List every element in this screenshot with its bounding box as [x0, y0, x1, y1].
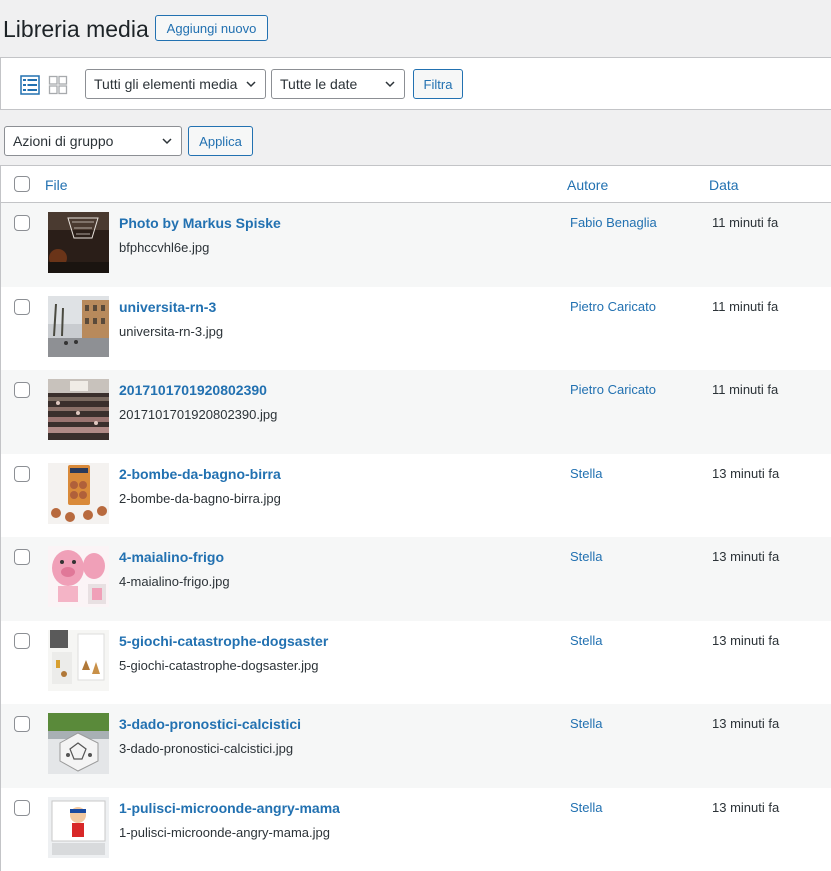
chevron-down-icon: [162, 136, 172, 146]
row-checkbox[interactable]: [14, 466, 30, 482]
upload-date: 11 minuti fa: [712, 382, 778, 397]
table-row: 3-dado-pronostici-calcistici 3-dado-pron…: [1, 704, 831, 788]
table-row: 2017101701920802390 2017101701920802390.…: [1, 370, 831, 454]
bulk-actions-value: Azioni di gruppo: [13, 133, 113, 149]
list-view-icon[interactable]: [20, 75, 40, 95]
bulk-actions-select[interactable]: Azioni di gruppo: [4, 126, 182, 156]
author-link[interactable]: Fabio Benaglia: [570, 215, 657, 230]
media-filename: 2017101701920802390.jpg: [119, 407, 277, 422]
media-title-link[interactable]: Photo by Markus Spiske: [119, 215, 281, 231]
column-date[interactable]: Data: [709, 177, 739, 193]
media-title-link[interactable]: 4-maialino-frigo: [119, 549, 224, 565]
game-box-photo[interactable]: [48, 630, 109, 691]
author-link[interactable]: Stella: [570, 549, 603, 564]
media-title-link[interactable]: 3-dado-pronostici-calcistici: [119, 716, 301, 732]
bath-bombs-photo[interactable]: [48, 463, 109, 524]
row-checkbox[interactable]: [14, 549, 30, 565]
media-title-link[interactable]: universita-rn-3: [119, 299, 216, 315]
author-link[interactable]: Stella: [570, 716, 603, 731]
media-filename: 5-giochi-catastrophe-dogsaster.jpg: [119, 658, 318, 673]
media-filename: bfphccvhl6e.jpg: [119, 240, 209, 255]
upload-date: 13 minuti fa: [712, 633, 779, 648]
media-type-filter[interactable]: Tutti gli elementi media: [85, 69, 266, 99]
upload-date: 13 minuti fa: [712, 466, 779, 481]
table-row: universita-rn-3 universita-rn-3.jpg Piet…: [1, 287, 831, 371]
apply-button[interactable]: Applica: [188, 126, 253, 156]
add-new-button[interactable]: Aggiungi nuovo: [155, 15, 268, 41]
table-row: 4-maialino-frigo 4-maialino-frigo.jpg St…: [1, 537, 831, 621]
row-checkbox[interactable]: [14, 633, 30, 649]
author-link[interactable]: Pietro Caricato: [570, 299, 656, 314]
select-all-checkbox[interactable]: [14, 176, 30, 192]
media-filename: universita-rn-3.jpg: [119, 324, 223, 339]
table-row: 5-giochi-catastrophe-dogsaster 5-giochi-…: [1, 621, 831, 705]
media-filename: 1-pulisci-microonde-angry-mama.jpg: [119, 825, 330, 840]
page-header: Libreria media Aggiungi nuovo: [0, 0, 831, 58]
upload-date: 13 minuti fa: [712, 716, 779, 731]
row-checkbox[interactable]: [14, 299, 30, 315]
row-checkbox[interactable]: [14, 215, 30, 231]
date-filter[interactable]: Tutte le date: [271, 69, 405, 99]
author-link[interactable]: Pietro Caricato: [570, 382, 656, 397]
author-link[interactable]: Stella: [570, 633, 603, 648]
row-checkbox[interactable]: [14, 800, 30, 816]
media-type-filter-value: Tutti gli elementi media: [94, 76, 237, 92]
row-checkbox[interactable]: [14, 382, 30, 398]
pig-fridge-photo[interactable]: [48, 546, 109, 607]
media-title-link[interactable]: 2-bombe-da-bagno-birra: [119, 466, 281, 482]
chevron-down-icon: [385, 79, 395, 89]
grid-view-icon[interactable]: [48, 75, 68, 95]
media-table: File Autore Data Photo by Markus Spiske …: [0, 165, 831, 871]
media-title-link[interactable]: 1-pulisci-microonde-angry-mama: [119, 800, 340, 816]
row-checkbox[interactable]: [14, 716, 30, 732]
media-title-link[interactable]: 5-giochi-catastrophe-dogsaster: [119, 633, 328, 649]
media-filename: 3-dado-pronostici-calcistici.jpg: [119, 741, 293, 756]
table-header: File Autore Data: [1, 166, 831, 203]
column-author[interactable]: Autore: [567, 177, 608, 193]
column-file[interactable]: File: [45, 177, 68, 193]
media-title-link[interactable]: 2017101701920802390: [119, 382, 267, 398]
table-row: 2-bombe-da-bagno-birra 2-bombe-da-bagno-…: [1, 454, 831, 538]
filter-button[interactable]: Filtra: [413, 69, 463, 99]
angry-mama-photo[interactable]: [48, 797, 109, 858]
classroom-photo[interactable]: [48, 379, 109, 440]
media-filename: 2-bombe-da-bagno-birra.jpg: [119, 491, 281, 506]
author-link[interactable]: Stella: [570, 800, 603, 815]
page-title: Libreria media: [3, 14, 149, 44]
upload-date: 11 minuti fa: [712, 299, 778, 314]
table-row: Photo by Markus Spiske bfphccvhl6e.jpg F…: [1, 203, 831, 287]
date-filter-value: Tutte le date: [280, 76, 357, 92]
table-row: 1-pulisci-microonde-angry-mama 1-pulisci…: [1, 788, 831, 871]
author-link[interactable]: Stella: [570, 466, 603, 481]
upload-date: 11 minuti fa: [712, 215, 778, 230]
upload-date: 13 minuti fa: [712, 549, 779, 564]
dice-photo[interactable]: [48, 713, 109, 774]
upload-date: 13 minuti fa: [712, 800, 779, 815]
media-filename: 4-maialino-frigo.jpg: [119, 574, 230, 589]
chevron-down-icon: [246, 79, 256, 89]
media-toolbar: Tutti gli elementi media Tutte le date F…: [0, 57, 831, 110]
building-photo[interactable]: [48, 296, 109, 357]
basketball-photo[interactable]: [48, 212, 109, 273]
